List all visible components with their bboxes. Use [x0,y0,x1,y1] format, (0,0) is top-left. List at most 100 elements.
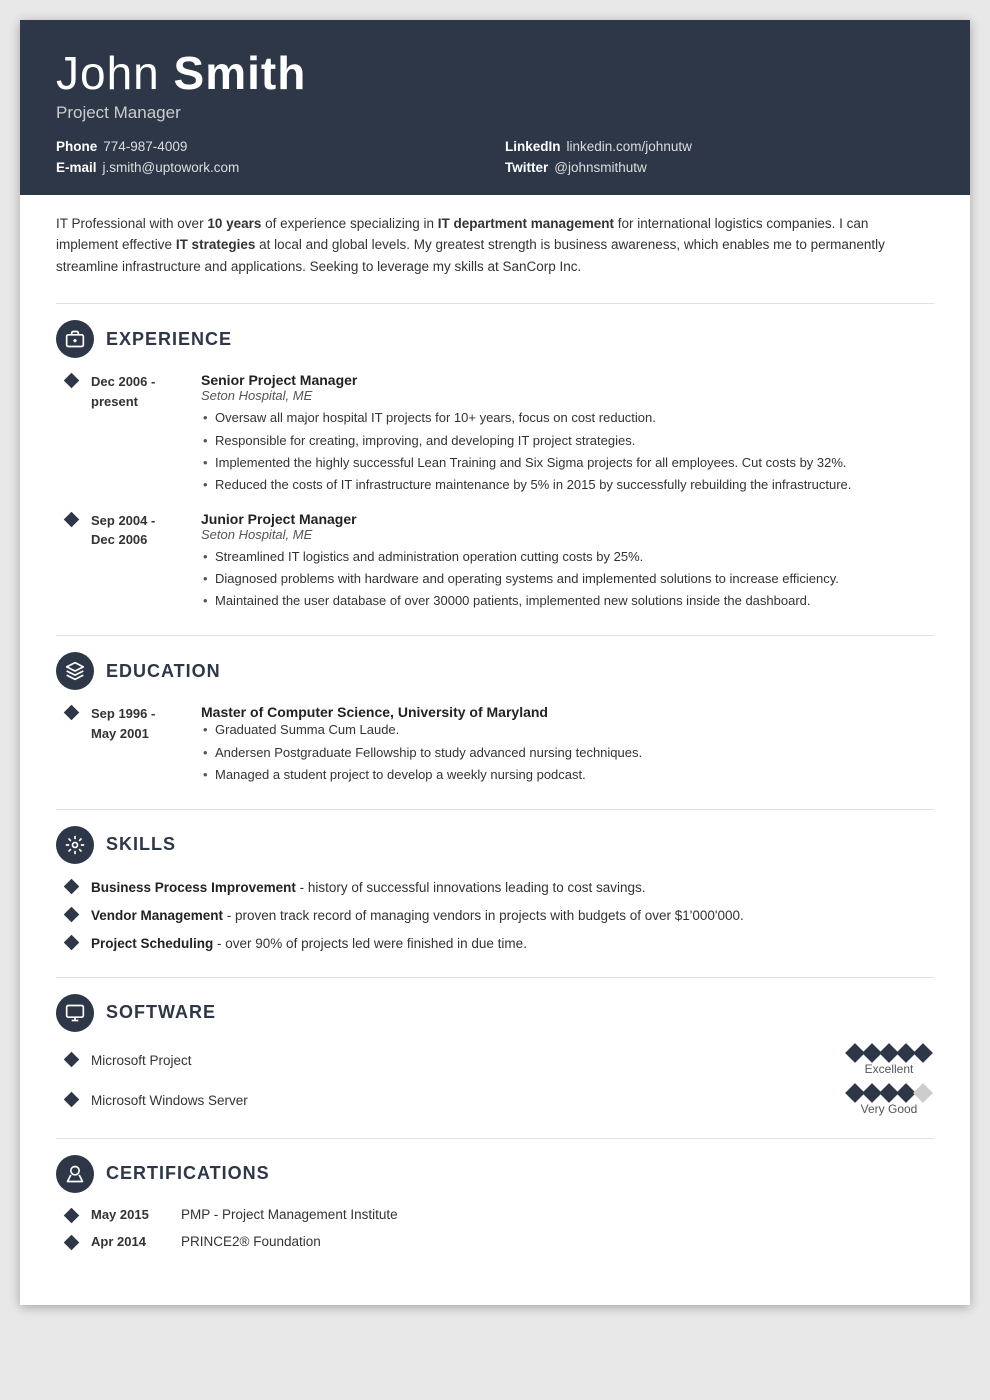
edu-bullet-1-1: Graduated Summa Cum Laude. [201,720,934,740]
education-header: EDUCATION [56,652,934,690]
software-entry-2: Microsoft Windows Server Very Good [56,1086,934,1116]
cert-name-1: PMP - Project Management Institute [181,1207,398,1222]
bullet-cert-2 [66,1234,77,1253]
exp-bullet-2-2: Diagnosed problems with hardware and ope… [201,569,934,589]
bullet-skill-1 [66,878,77,897]
dot-1-5 [913,1043,933,1063]
certifications-title: CERTIFICATIONS [106,1163,270,1184]
resume-body: IT Professional with over 10 years of ex… [20,195,970,1305]
experience-section: EXPERIENCE Dec 2006 -present Senior Proj… [56,320,934,613]
divider-4 [56,977,934,978]
exp-bullets-2: Streamlined IT logistics and administrat… [201,547,934,611]
exp-bullet-1-1: Oversaw all major hospital IT projects f… [201,408,934,428]
software-dots-2 [848,1086,930,1100]
software-rating-1: Excellent [844,1046,934,1076]
exp-job-title-2: Junior Project Manager [201,511,934,527]
exp-bullet-2-1: Streamlined IT logistics and administrat… [201,547,934,567]
software-icon [56,994,94,1032]
dot-2-5 [913,1083,933,1103]
linkedin-label: LinkedIn [505,139,561,154]
bullet-skill-2 [66,906,77,925]
twitter-label: Twitter [505,160,548,175]
software-level-2: Very Good [861,1102,918,1116]
exp-company-1: Seton Hospital, ME [201,388,934,403]
cert-date-1: May 2015 [91,1207,181,1222]
exp-company-2: Seton Hospital, ME [201,527,934,542]
experience-entry-1: Dec 2006 -present Senior Project Manager… [56,372,934,497]
cert-name-2: PRINCE2® Foundation [181,1234,321,1249]
software-dots-1 [848,1046,930,1060]
education-icon [56,652,94,690]
email-item: E-mail j.smith@uptowork.com [56,160,485,175]
experience-header: EXPERIENCE [56,320,934,358]
skill-entry-1: Business Process Improvement - history o… [56,878,934,898]
education-section: EDUCATION Sep 1996 -May 2001 Master of C… [56,652,934,786]
skills-title: SKILLS [106,834,176,855]
edu-degree-1: Master of Computer Science, University o… [201,704,934,720]
skill-text-2: Vendor Management - proven track record … [91,906,744,926]
candidate-title: Project Manager [56,103,934,123]
linkedin-item: LinkedIn linkedin.com/johnutw [505,139,934,154]
summary-section: IT Professional with over 10 years of ex… [56,213,934,284]
exp-content-2: Junior Project Manager Seton Hospital, M… [201,511,934,613]
exp-bullets-1: Oversaw all major hospital IT projects f… [201,408,934,495]
twitter-item: Twitter @johnsmithutw [505,160,934,175]
divider-1 [56,303,934,304]
software-title: SOFTWARE [106,1002,216,1023]
software-entry-1: Microsoft Project Excellent [56,1046,934,1076]
skills-section: SKILLS Business Process Improvement - hi… [56,826,934,955]
skill-text-1: Business Process Improvement - history o… [91,878,646,898]
experience-entry-2: Sep 2004 -Dec 2006 Junior Project Manage… [56,511,934,613]
skill-entry-2: Vendor Management - proven track record … [56,906,934,926]
software-name-1: Microsoft Project [91,1053,844,1068]
exp-bullet-1-2: Responsible for creating, improving, and… [201,431,934,451]
software-name-2: Microsoft Windows Server [91,1093,844,1108]
resume-document: John Smith Project Manager Phone774-987-… [20,20,970,1305]
contact-info: Phone 774-987-4009 LinkedIn linkedin.com/j… [56,139,934,175]
experience-title: EXPERIENCE [106,329,232,350]
experience-icon [56,320,94,358]
software-level-1: Excellent [865,1062,914,1076]
exp-bullet-1-4: Reduced the costs of IT infrastructure m… [201,475,934,495]
education-title: EDUCATION [106,661,221,682]
bullet-edu-1 [66,704,77,786]
last-name: Smith [174,47,307,99]
skills-header: SKILLS [56,826,934,864]
exp-bullet-2-3: Maintained the user database of over 300… [201,591,934,611]
cert-entry-1: May 2015 PMP - Project Management Instit… [56,1207,934,1226]
exp-date-2: Sep 2004 -Dec 2006 [91,511,201,613]
exp-content-1: Senior Project Manager Seton Hospital, M… [201,372,934,497]
exp-bullet-1-3: Implemented the highly successful Lean T… [201,453,934,473]
certifications-icon [56,1155,94,1193]
software-rating-2: Very Good [844,1086,934,1116]
skill-text-3: Project Scheduling - over 90% of project… [91,934,527,954]
exp-job-title-1: Senior Project Manager [201,372,934,388]
bullet-skill-3 [66,934,77,953]
certifications-section: CERTIFICATIONS May 2015 PMP - Project Ma… [56,1155,934,1253]
exp-date-1: Dec 2006 -present [91,372,201,497]
divider-5 [56,1138,934,1139]
divider-3 [56,809,934,810]
bullet-sw-2 [66,1091,77,1110]
bullet-exp-2 [66,511,77,613]
header-section: John Smith Project Manager Phone774-987-… [20,20,970,195]
bullet-exp-1 [66,372,77,497]
education-entry-1: Sep 1996 -May 2001 Master of Computer Sc… [56,704,934,786]
software-header: SOFTWARE [56,994,934,1032]
phone-label: Phone [56,139,97,154]
software-section: SOFTWARE Microsoft Project Excellent [56,994,934,1116]
bullet-cert-1 [66,1207,77,1226]
email-label: E-mail [56,160,97,175]
phone-value: 774-987-4009 [103,139,187,154]
phone-item: Phone 774-987-4009 [56,139,485,154]
edu-bullet-1-2: Andersen Postgraduate Fellowship to stud… [201,743,934,763]
email-value: j.smith@uptowork.com [103,160,240,175]
skills-icon [56,826,94,864]
edu-content-1: Master of Computer Science, University o… [201,704,934,786]
twitter-value: @johnsmithutw [554,160,647,175]
certifications-header: CERTIFICATIONS [56,1155,934,1193]
cert-date-2: Apr 2014 [91,1234,181,1249]
linkedin-value: linkedin.com/johnutw [567,139,692,154]
cert-entry-2: Apr 2014 PRINCE2® Foundation [56,1234,934,1253]
divider-2 [56,635,934,636]
